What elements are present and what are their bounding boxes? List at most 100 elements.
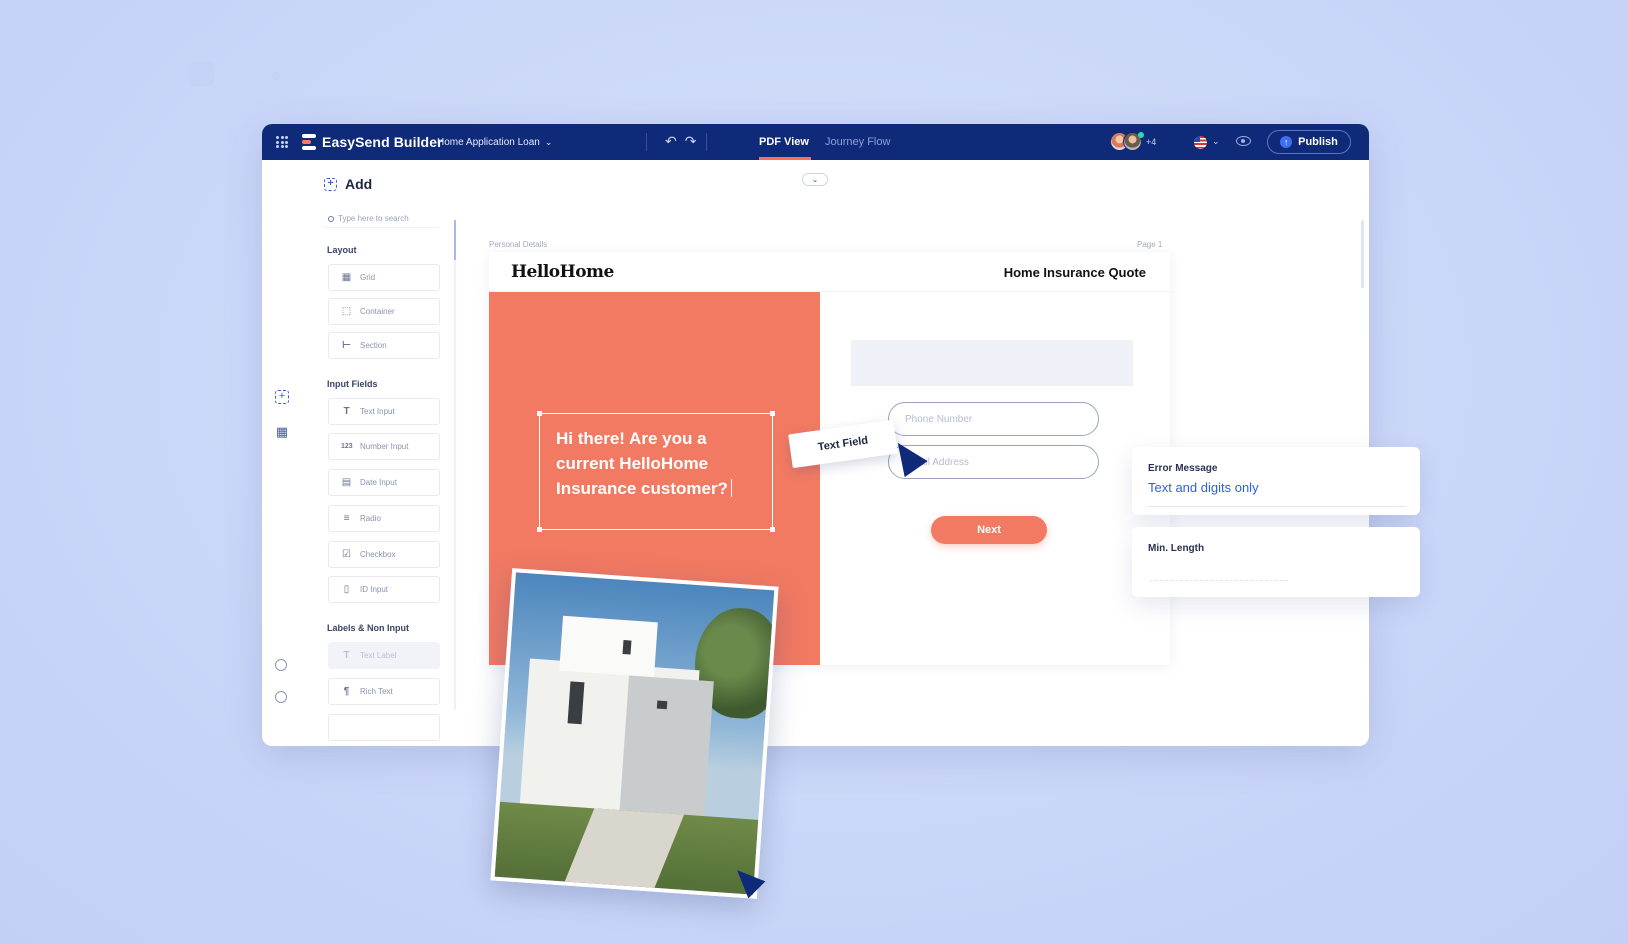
group-label-labels-non-input: Labels & Non Input [327, 623, 409, 633]
app-title: EasySend Builder [322, 134, 443, 150]
tab-journey-flow[interactable]: Journey Flow [825, 136, 890, 148]
divider [706, 133, 707, 151]
upload-icon: ↑ [1280, 136, 1293, 148]
phone-number-field[interactable]: Phone Number [888, 402, 1099, 436]
hero-headline-text: Hi there! Are you a current HelloHome In… [556, 429, 728, 498]
house-shadow [618, 675, 714, 832]
element-label: Radio [360, 514, 381, 523]
top-bar: EasySend Builder Home Application Loan ⌄… [262, 124, 1369, 160]
collaborators-count: +4 [1146, 136, 1157, 147]
element-label: Section [360, 341, 387, 350]
element-section[interactable]: ⊢ Section [328, 332, 440, 359]
divider [646, 133, 647, 151]
window [567, 681, 585, 725]
text-icon: T [343, 650, 350, 661]
brand-logo: HelloHome [511, 262, 614, 282]
text-field-chip-label: Text Field [817, 434, 869, 454]
next-button[interactable]: Next [931, 516, 1047, 544]
element-label: Text Label [360, 651, 397, 660]
window [622, 640, 632, 655]
paragraph-icon: ¶ [343, 686, 350, 697]
us-flag-icon[interactable] [1194, 136, 1207, 149]
chevron-down-icon: ⌄ [811, 175, 819, 184]
canvas-scrollbar[interactable] [1361, 220, 1364, 288]
preview-eye-icon[interactable] [1236, 136, 1251, 146]
collaborators[interactable]: +4 [1110, 132, 1156, 151]
page-number: Page 1 [1137, 240, 1163, 249]
project-selector[interactable]: Home Application Loan ⌄ [437, 137, 552, 148]
error-message-value[interactable]: Text and digits only [1148, 480, 1259, 495]
element-label: Number Input [360, 442, 409, 451]
add-panel-header: + Add [324, 176, 372, 192]
form-header: HelloHome Home Insurance Quote [489, 252, 1170, 292]
text-caret [730, 479, 732, 497]
placeholder-block[interactable] [851, 340, 1133, 386]
active-tab-indicator [759, 157, 811, 160]
element-container[interactable]: ⬚ Container [328, 298, 440, 325]
panel-scrollbar[interactable] [454, 220, 456, 710]
container-icon: ⬚ [341, 306, 352, 317]
search-icon [328, 215, 334, 222]
grid-icon: ▦ [341, 272, 352, 283]
hero-headline[interactable]: Hi there! Are you a current HelloHome In… [556, 426, 766, 501]
min-length-input[interactable] [1150, 580, 1288, 581]
element-more[interactable] [328, 714, 440, 741]
element-label: Date Input [360, 478, 397, 487]
chevron-down-icon: ⌄ [544, 137, 553, 147]
house-upper-floor [559, 615, 658, 678]
settings-gear-icon[interactable] [275, 691, 287, 703]
list-icon: ≡ [343, 513, 350, 524]
element-checkbox[interactable]: ☑ Checkbox [328, 541, 440, 568]
background-decoration [190, 62, 214, 86]
add-element-icon[interactable]: + [275, 390, 289, 404]
resize-handle[interactable] [537, 527, 542, 532]
section-icon: ⊢ [341, 340, 352, 351]
resize-handle[interactable] [537, 411, 542, 416]
resize-handle[interactable] [770, 411, 775, 416]
input-underline [1148, 506, 1406, 507]
history-icon[interactable] [275, 659, 287, 671]
form-title: Home Insurance Quote [1003, 265, 1146, 280]
id-card-icon: ▯ [343, 584, 350, 595]
undo-icon[interactable]: ↶ [665, 133, 677, 150]
element-id-input[interactable]: ▯ ID Input [328, 576, 440, 603]
element-date-input[interactable]: ▤ Date Input [328, 469, 440, 496]
element-label: Container [360, 307, 395, 316]
publish-button[interactable]: ↑ Publish [1267, 130, 1351, 154]
min-length-card[interactable]: Min. Length [1132, 527, 1420, 597]
element-label: Grid [360, 273, 376, 282]
chevron-down-icon[interactable]: ⌄ [1212, 136, 1220, 147]
collapse-toggle[interactable]: ⌄ [802, 173, 828, 186]
error-message-label: Error Message [1148, 463, 1218, 474]
search-placeholder: Type here to search [338, 214, 409, 223]
background-decoration [272, 72, 280, 80]
publish-label: Publish [1298, 136, 1338, 148]
selected-text-block[interactable]: Hi there! Are you a current HelloHome In… [537, 411, 775, 532]
breadcrumb: Personal Details [489, 240, 548, 249]
calendar-icon: ▤ [341, 477, 352, 488]
element-text-input[interactable]: T Text Input [328, 398, 440, 425]
element-radio[interactable]: ≡ Radio [328, 505, 440, 532]
element-label: Rich Text [360, 687, 393, 696]
element-grid[interactable]: ▦ Grid [328, 264, 440, 291]
element-rich-text[interactable]: ¶ Rich Text [328, 678, 440, 705]
number-icon: 123 [341, 443, 353, 450]
easysend-logo-icon [302, 134, 316, 150]
window [656, 700, 668, 710]
group-label-input-fields: Input Fields [327, 379, 378, 389]
element-label: ID Input [360, 585, 389, 594]
group-label-layout: Layout [327, 245, 357, 255]
apps-grid-icon[interactable] [276, 136, 288, 148]
tab-pdf-view[interactable]: PDF View [759, 136, 809, 148]
add-icon: + [324, 177, 337, 191]
house-photo [490, 568, 779, 899]
resize-handle[interactable] [770, 527, 775, 532]
error-message-card[interactable]: Error Message Text and digits only [1132, 447, 1420, 515]
widgets-icon[interactable]: ▦ [275, 425, 289, 439]
element-search-input[interactable]: Type here to search [324, 210, 439, 228]
undo-redo-group: ↶ ↷ [665, 133, 696, 150]
element-number-input[interactable]: 123 Number Input [328, 433, 440, 460]
element-text-label[interactable]: T Text Label [328, 642, 440, 669]
redo-icon[interactable]: ↷ [685, 133, 697, 150]
element-label: Checkbox [360, 550, 396, 559]
